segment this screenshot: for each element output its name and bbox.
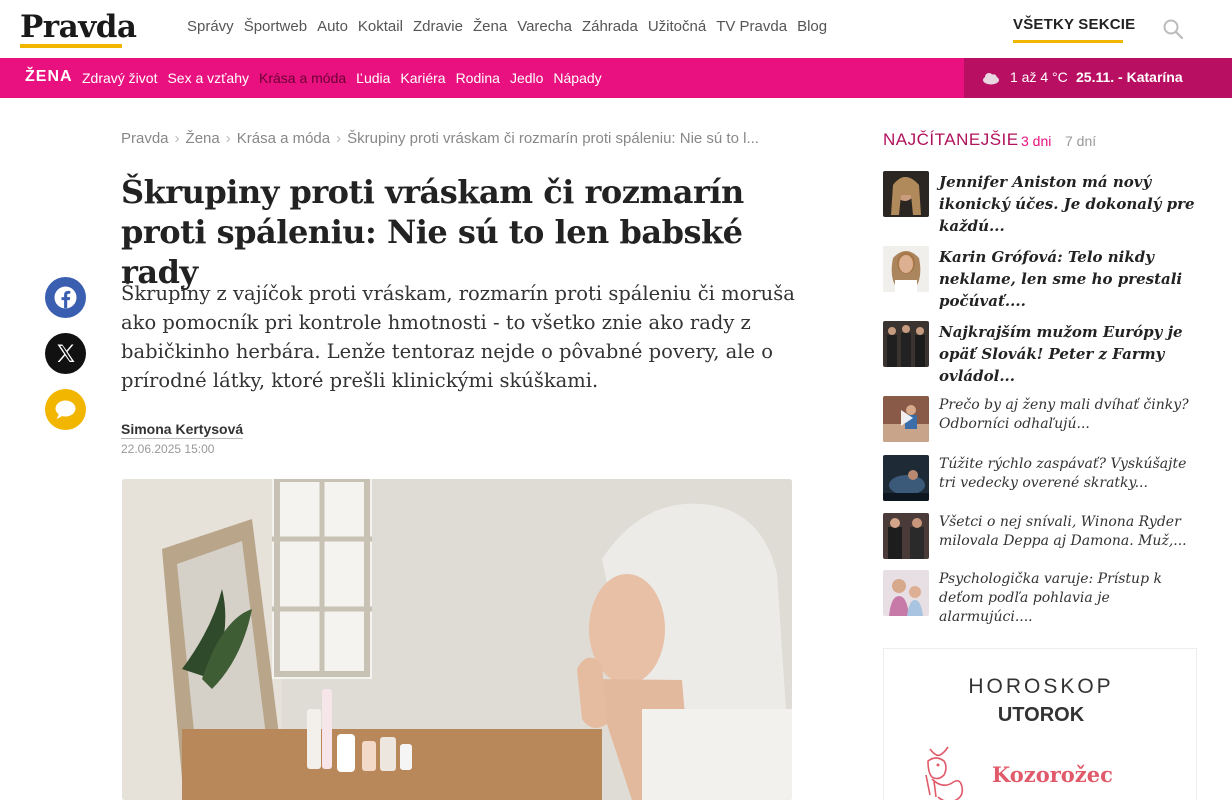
facebook-share-button[interactable] — [45, 277, 86, 318]
breadcrumb-item-current: Škrupiny proti vráskam či rozmarín proti… — [347, 130, 759, 147]
nav-item-tv-pravda[interactable]: TV Pravda — [716, 18, 787, 35]
article-hero-image[interactable] — [122, 479, 792, 800]
subnav-item-kariera[interactable]: Kariéra — [400, 70, 445, 86]
horoscope-widget[interactable]: HOROSKOP UTOROK Kozorožec — [883, 648, 1197, 800]
most-read-thumbnail — [883, 455, 929, 501]
horoscope-day: UTOROK — [997, 704, 1085, 726]
most-read-thumbnail — [883, 570, 929, 616]
article-perex: Škrupiny z vajíčok proti vráskam, rozmar… — [121, 282, 795, 392]
subnav-item-krasa-a-moda[interactable]: Krása a móda — [259, 70, 346, 86]
nav-item-zdravie[interactable]: Zdravie — [413, 18, 463, 35]
article-author[interactable]: Simona Kertysová — [121, 421, 244, 439]
woman-towel-photo — [122, 479, 792, 800]
main-nav: Správy Športweb Auto Koktail Zdravie Žen… — [187, 18, 837, 35]
comment-icon — [55, 400, 76, 419]
top-header: Pravda Správy Športweb Auto Koktail Zdra… — [0, 0, 1232, 58]
most-read-text: Všetci o nej snívali, Winona Ryder milov… — [939, 514, 1187, 549]
subnav-item-napady[interactable]: Nápady — [553, 70, 601, 86]
nav-item-uzitocna[interactable]: Užitočná — [648, 18, 706, 35]
nav-item-koktail[interactable]: Koktail — [358, 18, 403, 35]
subnav-item-sex-a-vztahy[interactable]: Sex a vzťahy — [167, 70, 249, 86]
all-sections-button[interactable]: VŠETKY SEKCIE — [1013, 16, 1135, 33]
search-icon[interactable] — [1162, 18, 1184, 40]
x-share-button[interactable] — [45, 333, 86, 374]
subnav-item-jedlo[interactable]: Jedlo — [510, 70, 543, 86]
weather-temperature: 1 až 4 °C — [1010, 69, 1068, 85]
capricorn-icon — [925, 746, 964, 800]
breadcrumb-item-pravda[interactable]: Pravda — [121, 130, 169, 147]
site-logo[interactable]: Pravda — [20, 9, 137, 45]
breadcrumb-separator: › — [336, 130, 342, 147]
most-read-thumbnail — [883, 321, 929, 367]
nav-item-spravy[interactable]: Správy — [187, 18, 234, 35]
section-name[interactable]: ŽENA — [25, 68, 73, 86]
horoscope-sign[interactable]: Kozorožec — [992, 762, 1113, 787]
breadcrumb-separator: › — [174, 130, 180, 147]
weather-widget[interactable]: 1 až 4 °C 25.11. - Katarína — [964, 58, 1232, 98]
all-sections-underline — [1013, 40, 1123, 43]
article-date: 22.06.2025 15:00 — [121, 442, 215, 456]
most-read-thumbnail — [883, 246, 929, 292]
section-subnav: Zdravý život Sex a vzťahy Krása a móda Ľ… — [82, 70, 612, 86]
date-nameday: 25.11. - Katarína — [1076, 69, 1183, 85]
most-read-title: NAJČÍTANEJŠIE — [883, 130, 1019, 149]
nav-item-blog[interactable]: Blog — [797, 18, 827, 35]
facebook-icon — [54, 286, 77, 309]
breadcrumb-item-krasa-a-moda[interactable]: Krása a móda — [237, 130, 330, 147]
most-read-tab-7-days[interactable]: 7 dní — [1065, 133, 1096, 149]
section-bar: ŽENA Zdravý život Sex a vzťahy Krása a m… — [0, 58, 1232, 98]
article-title: Škrupiny proti vráskam či rozmarín proti… — [121, 173, 744, 291]
subnav-item-rodina[interactable]: Rodina — [456, 70, 500, 86]
subnav-item-zdravy-zivot[interactable]: Zdravý život — [82, 70, 157, 86]
nav-item-varecha[interactable]: Varecha — [517, 18, 572, 35]
nav-item-sportweb[interactable]: Športweb — [244, 18, 307, 35]
nav-item-zahrada[interactable]: Záhrada — [582, 18, 638, 35]
breadcrumb: Pravda › Žena › Krása a móda › Škrupiny … — [121, 130, 759, 147]
x-icon — [57, 344, 75, 362]
cloud-icon — [983, 73, 999, 85]
most-read-text: Psychologička varuje: Prístup k deťom po… — [939, 571, 1162, 625]
comment-share-button[interactable] — [45, 389, 86, 430]
most-read-thumbnail — [883, 171, 929, 217]
subnav-item-ludia[interactable]: Ľudia — [356, 70, 390, 86]
breadcrumb-item-zena[interactable]: Žena — [186, 130, 220, 147]
most-read-thumbnail — [883, 396, 929, 442]
most-read-tab-3-days[interactable]: 3 dni — [1021, 133, 1051, 149]
horoscope-title: HOROSKOP — [968, 675, 1114, 698]
nav-item-zena[interactable]: Žena — [473, 18, 507, 35]
most-read-text: Najkrajším mužom Európy je opäť Slovák! … — [939, 323, 1183, 385]
most-read-text: Prečo by aj ženy mali dvíhať činky? Odbo… — [939, 397, 1189, 432]
logo-underline — [20, 44, 122, 48]
most-read-text: Jennifer Aniston má nový ikonický účes. … — [939, 173, 1195, 235]
most-read-thumbnail — [883, 513, 929, 559]
breadcrumb-separator: › — [225, 130, 231, 147]
nav-item-auto[interactable]: Auto — [317, 18, 348, 35]
most-read-text: Túžite rýchlo zaspávať? Vyskúšajte tri v… — [939, 456, 1187, 491]
most-read-text: Karin Grófová: Telo nikdy neklame, len s… — [939, 248, 1183, 310]
